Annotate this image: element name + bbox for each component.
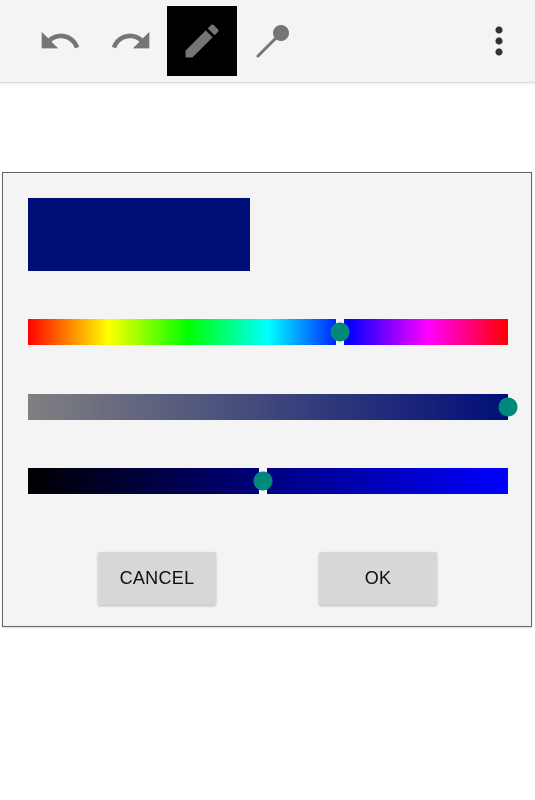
color-picker-dialog: CANCEL OK — [2, 172, 532, 627]
more-vert-icon — [495, 26, 503, 56]
ok-button[interactable]: OK — [319, 552, 437, 605]
saturation-slider-thumb[interactable] — [498, 397, 518, 417]
color-preview-swatch — [28, 198, 250, 271]
redo-button[interactable] — [96, 6, 166, 76]
hue-slider[interactable] — [28, 319, 508, 345]
hue-slider-thumb[interactable] — [330, 322, 350, 342]
brightness-slider[interactable] — [28, 468, 508, 494]
hue-track — [28, 319, 508, 345]
color-picker-icon — [256, 25, 289, 58]
pencil-icon — [185, 24, 219, 58]
color-picker-button[interactable] — [238, 6, 308, 76]
more-options-button[interactable] — [470, 6, 528, 76]
undo-icon — [41, 31, 80, 49]
cancel-button[interactable]: CANCEL — [98, 552, 216, 605]
undo-button[interactable] — [25, 6, 95, 76]
redo-icon — [111, 31, 150, 49]
saturation-slider[interactable] — [28, 394, 518, 420]
saturation-track — [28, 394, 508, 420]
pencil-tool-button[interactable] — [167, 6, 237, 76]
toolbar — [0, 0, 535, 83]
brightness-slider-thumb[interactable] — [253, 471, 273, 491]
